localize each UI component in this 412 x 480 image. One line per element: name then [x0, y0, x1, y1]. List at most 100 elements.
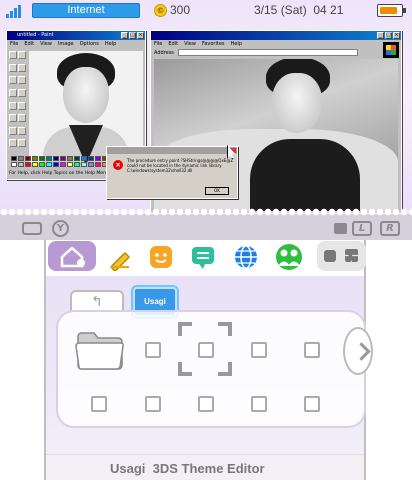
- palette-color-swatch[interactable]: [81, 156, 87, 161]
- bottom-screen: ↰ Usagi Usagi 3DS Theme Editor: [0, 240, 412, 480]
- paint-menu-bar: File Edit View Image Options Help: [7, 40, 145, 48]
- rectangle-tool-icon[interactable]: [9, 126, 17, 135]
- portrait-face: [272, 73, 322, 133]
- chat-bubble-icon[interactable]: [189, 243, 217, 271]
- minimize-icon[interactable]: _: [121, 32, 128, 39]
- r-button-icon[interactable]: R: [380, 221, 400, 236]
- empty-slot[interactable]: [145, 396, 161, 412]
- paint-toolbox: [9, 51, 27, 151]
- error-message: The procedure entry point ?SHStrings@@@@…: [127, 158, 234, 173]
- empty-slot[interactable]: [145, 342, 161, 358]
- address-input[interactable]: [177, 49, 358, 56]
- palette-color-swatch[interactable]: [11, 162, 17, 167]
- menu-options[interactable]: Options: [80, 40, 99, 48]
- palette-color-swatch[interactable]: [74, 156, 80, 161]
- lace-border: [0, 208, 412, 216]
- curve-tool-icon[interactable]: [18, 114, 26, 123]
- close-icon[interactable]: ×: [393, 32, 400, 39]
- pencil-tool-icon[interactable]: [9, 88, 17, 97]
- network-status: Internet: [32, 3, 140, 18]
- maximize-icon[interactable]: □: [385, 32, 392, 39]
- menu-file[interactable]: File: [154, 40, 162, 48]
- palette-color-swatch[interactable]: [53, 162, 59, 167]
- menu-edit[interactable]: Edit: [168, 40, 178, 48]
- select-tool-icon[interactable]: [9, 51, 17, 59]
- empty-slot[interactable]: [304, 396, 320, 412]
- menu-image[interactable]: Image: [58, 40, 74, 48]
- magnifier-tool-icon[interactable]: [18, 76, 26, 85]
- palette-color-swatch[interactable]: [32, 162, 38, 167]
- palette-color-swatch[interactable]: [74, 162, 80, 167]
- palette-color-swatch[interactable]: [46, 162, 52, 167]
- scroll-right-arrow-icon[interactable]: [343, 327, 373, 375]
- ellipse-tool-icon[interactable]: [9, 139, 17, 148]
- eraser-tool-icon[interactable]: [9, 63, 17, 72]
- palette-color-swatch[interactable]: [60, 162, 66, 167]
- brush-tool-icon[interactable]: [18, 88, 26, 97]
- y-button-icon[interactable]: Y: [52, 220, 69, 237]
- menu-help[interactable]: Help: [231, 40, 242, 48]
- battery-icon: [377, 4, 406, 17]
- palette-color-swatch[interactable]: [46, 156, 52, 161]
- palette-color-swatch[interactable]: [18, 156, 24, 161]
- friends-icon[interactable]: [274, 242, 304, 272]
- picker-tool-icon[interactable]: [9, 76, 17, 85]
- menu-edit[interactable]: Edit: [24, 40, 34, 48]
- portrait-shirt: [250, 139, 360, 211]
- empty-slot[interactable]: [251, 342, 267, 358]
- palette-color-swatch[interactable]: [95, 156, 101, 161]
- palette-color-swatch[interactable]: [39, 156, 45, 161]
- palette-color-swatch[interactable]: [60, 156, 66, 161]
- camera-icon[interactable]: [334, 223, 347, 234]
- address-label: Address: [154, 49, 174, 56]
- palette-color-swatch[interactable]: [32, 156, 38, 161]
- view-mode-toggle: [317, 241, 366, 271]
- empty-slot[interactable]: [304, 342, 320, 358]
- palette-color-swatch[interactable]: [18, 162, 24, 167]
- globe-icon[interactable]: [232, 243, 260, 271]
- palette-color-swatch[interactable]: [88, 162, 94, 167]
- menu-file[interactable]: File: [10, 40, 18, 48]
- l-button-icon[interactable]: L: [352, 221, 372, 236]
- ok-button[interactable]: OK: [205, 187, 229, 195]
- palette-color-swatch[interactable]: [11, 156, 17, 161]
- large-icons-view-icon[interactable]: [324, 250, 336, 262]
- pencil-icon[interactable]: [106, 243, 134, 271]
- fill-tool-icon[interactable]: [18, 63, 26, 72]
- palette-color-swatch[interactable]: [81, 162, 87, 167]
- close-icon[interactable]: ×: [137, 32, 144, 39]
- palette-color-swatch[interactable]: [25, 162, 31, 167]
- polygon-tool-icon[interactable]: [18, 126, 26, 135]
- menu-view[interactable]: View: [40, 40, 52, 48]
- empty-slot[interactable]: [198, 396, 214, 412]
- palette-color-swatch[interactable]: [67, 156, 73, 161]
- line-tool-icon[interactable]: [9, 114, 17, 123]
- menu-view[interactable]: View: [184, 40, 196, 48]
- camera-icon[interactable]: [22, 222, 42, 235]
- small-icons-view-icon[interactable]: [345, 249, 358, 262]
- minimize-icon[interactable]: _: [377, 32, 384, 39]
- folder-icon[interactable]: [74, 329, 126, 371]
- airbrush-tool-icon[interactable]: [9, 101, 17, 110]
- maximize-icon[interactable]: □: [129, 32, 136, 39]
- house-icon: [60, 246, 85, 268]
- menu-favorites[interactable]: Favorites: [202, 40, 225, 48]
- palette-color-swatch[interactable]: [95, 162, 101, 167]
- palette-color-swatch[interactable]: [39, 162, 45, 167]
- home-settings-button[interactable]: [48, 241, 96, 271]
- palette-color-swatch[interactable]: [25, 156, 31, 161]
- palette-color-swatch[interactable]: [67, 162, 73, 167]
- rounded-rect-tool-icon[interactable]: [18, 139, 26, 148]
- palette-color-swatch[interactable]: [53, 156, 59, 161]
- status-bar: Internet © 300 3/15 (Sat) 04 21: [0, 0, 412, 22]
- menu-help[interactable]: Help: [105, 40, 116, 48]
- face-icon[interactable]: [147, 243, 175, 271]
- error-dialog-title-bar: [107, 147, 237, 154]
- palette-color-swatch[interactable]: [88, 156, 94, 161]
- free-select-tool-icon[interactable]: [18, 51, 26, 59]
- text-tool-icon[interactable]: [18, 101, 26, 110]
- empty-slot[interactable]: [91, 396, 107, 412]
- error-dialog: × The procedure entry point ?SHStrings@@…: [106, 146, 238, 199]
- signal-strength-icon: [6, 3, 28, 18]
- empty-slot[interactable]: [251, 396, 267, 412]
